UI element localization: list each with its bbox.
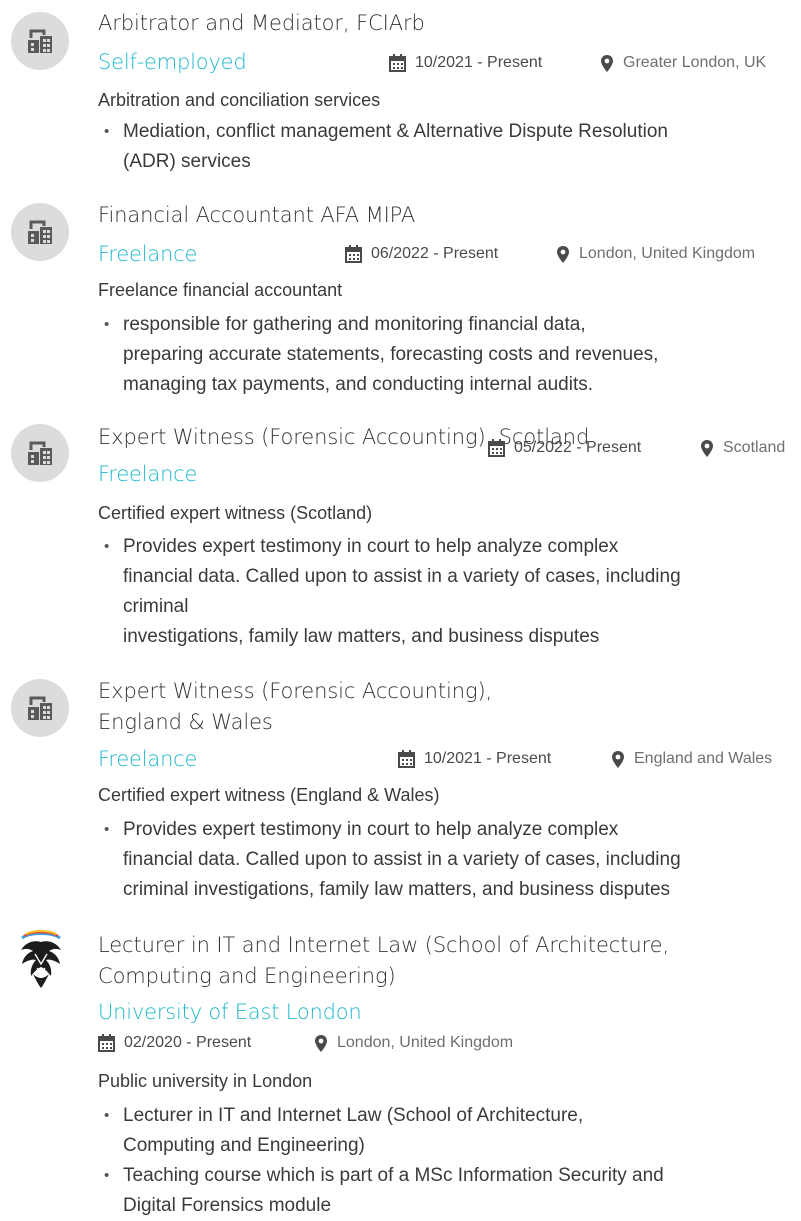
list-item: Lecturer in IT and Internet Law (School … — [98, 1101, 798, 1161]
university-crest-icon — [14, 930, 68, 990]
job-title: Lecturer in IT and Internet Law (School … — [98, 933, 670, 988]
calendar-icon — [345, 245, 362, 263]
responsibilities-list: Lecturer in IT and Internet Law (School … — [98, 1101, 798, 1221]
job-title: Financial Accountant AFA MIPA — [98, 203, 416, 227]
job-title: Expert Witness (Forensic Accounting), Sc… — [98, 425, 590, 449]
map-pin-icon — [612, 750, 624, 768]
calendar-icon — [488, 439, 505, 457]
calendar-icon — [98, 1034, 115, 1052]
company-description: Public university in London — [98, 1071, 313, 1091]
date-range: 10/2021 - Present — [389, 52, 542, 74]
location: Greater London, UK — [600, 52, 766, 74]
date-range: 05/2022 - Present — [488, 437, 641, 459]
calendar-icon — [389, 54, 406, 72]
list-item: Mediation, conflict management & Alterna… — [98, 117, 798, 177]
location: London, United Kingdom — [314, 1032, 513, 1054]
company-name: Freelance — [98, 747, 198, 771]
job-title: Arbitrator and Mediator, FCIArb — [98, 11, 425, 35]
company-name: University of East London — [98, 1000, 362, 1024]
responsibilities-list: Provides expert testimony in court to he… — [98, 532, 798, 652]
date-range: 10/2021 - Present — [398, 748, 551, 770]
location: England and Wales — [611, 748, 772, 770]
job-title: Expert Witness (Forensic Accounting), En… — [98, 679, 493, 734]
company-description: Certified expert witness (England & Wale… — [98, 785, 440, 805]
date-range: 02/2020 - Present — [98, 1032, 251, 1054]
company-name: Self-employed — [98, 50, 247, 74]
map-pin-icon — [601, 54, 613, 72]
location: Scotland — [700, 437, 785, 459]
map-pin-icon — [315, 1034, 327, 1052]
date-range: 06/2022 - Present — [345, 243, 498, 265]
list-item: Provides expert testimony in court to he… — [98, 815, 798, 905]
company-name: Freelance — [98, 242, 198, 266]
responsibilities-list: responsible for gathering and monitoring… — [98, 310, 798, 400]
location: London, United Kingdom — [556, 243, 755, 265]
list-item: Provides expert testimony in court to he… — [98, 532, 798, 652]
calendar-icon — [398, 750, 415, 768]
company-description: Certified expert witness (Scotland) — [98, 503, 373, 523]
building-icon — [11, 12, 69, 70]
responsibilities-list: Provides expert testimony in court to he… — [98, 815, 798, 905]
building-icon — [11, 203, 69, 261]
map-pin-icon — [701, 439, 713, 457]
responsibilities-list: Mediation, conflict management & Alterna… — [98, 117, 798, 177]
building-icon — [11, 679, 69, 737]
map-pin-icon — [557, 245, 569, 263]
company-description: Freelance financial accountant — [98, 280, 343, 300]
building-icon — [11, 424, 69, 482]
company-description: Arbitration and conciliation services — [98, 90, 381, 110]
list-item: Teaching course which is part of a MSc I… — [98, 1161, 798, 1221]
company-name: Freelance — [98, 462, 198, 486]
list-item: responsible for gathering and monitoring… — [98, 310, 798, 400]
